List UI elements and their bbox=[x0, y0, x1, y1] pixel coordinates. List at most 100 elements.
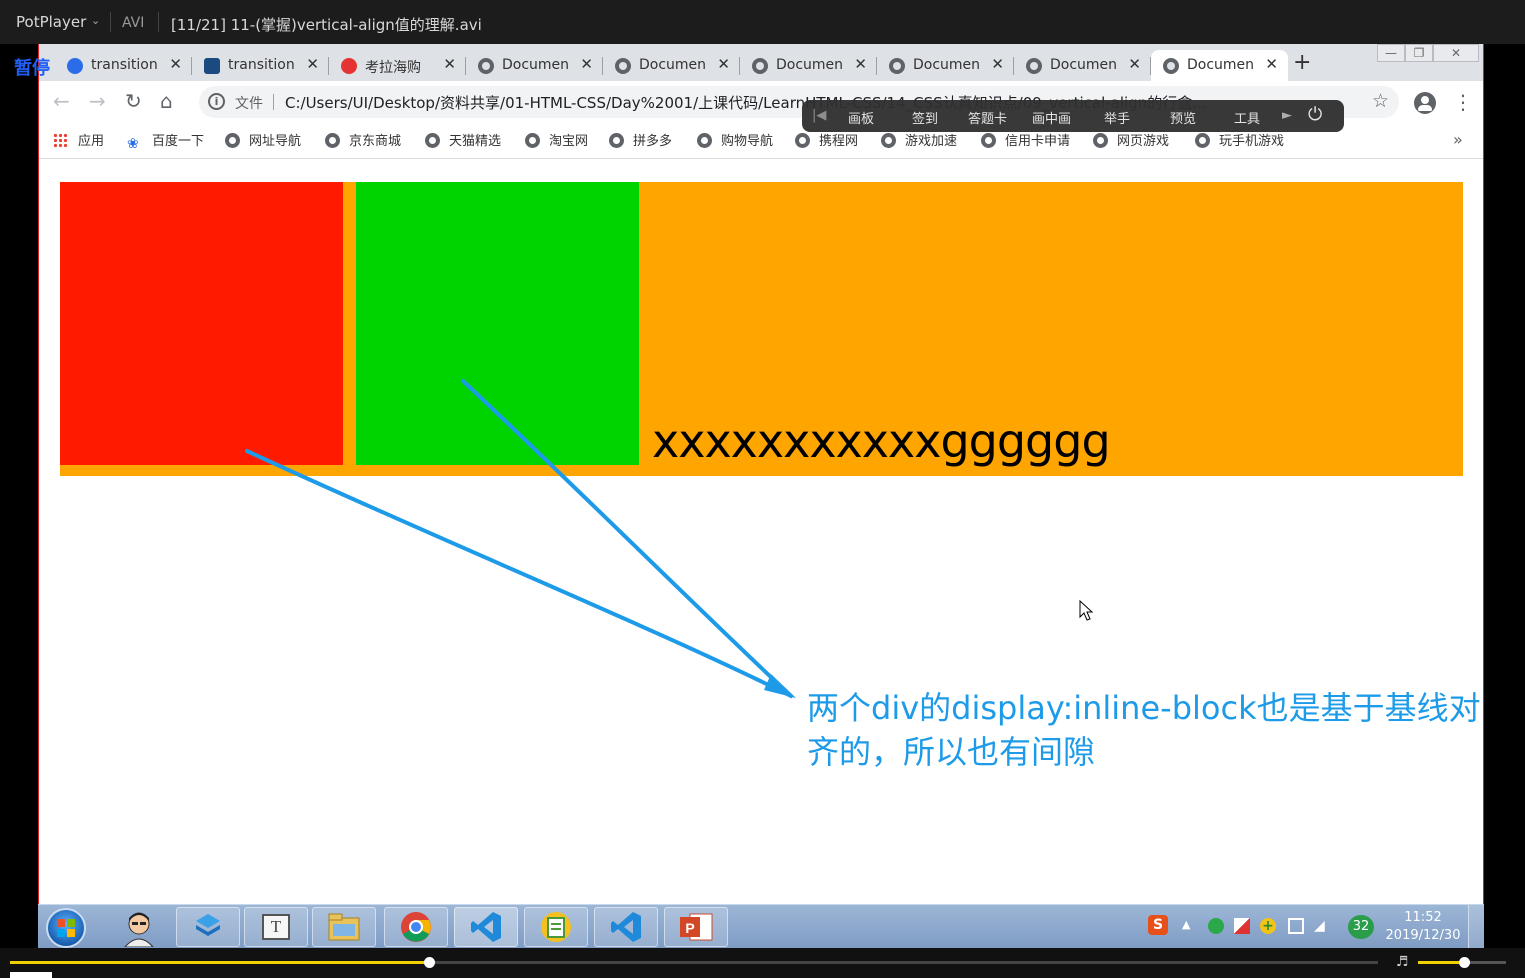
bookmark-item[interactable]: 天猫精选 bbox=[425, 130, 501, 149]
bookmark-label: 京东商城 bbox=[349, 134, 402, 149]
minimize-button[interactable]: — bbox=[1377, 44, 1405, 62]
player-menu-button[interactable]: PotPlayer bbox=[16, 13, 86, 31]
browser-tab[interactable]: Documen ✕ bbox=[740, 50, 877, 81]
overlay-toolbar-item[interactable]: 预览 bbox=[1170, 108, 1196, 127]
tab-label: Documen bbox=[913, 57, 981, 73]
powerpoint-icon[interactable]: P bbox=[664, 907, 728, 947]
volume-tray-icon[interactable]: ◢ bbox=[1314, 918, 1330, 934]
browser-tab[interactable]: Documen ✕ bbox=[1014, 50, 1151, 81]
bookmark-item[interactable]: 网址导航 bbox=[225, 130, 301, 149]
typora-icon[interactable]: T bbox=[244, 907, 308, 947]
close-icon[interactable]: ✕ bbox=[580, 55, 593, 73]
player-corner-indicator bbox=[10, 972, 52, 978]
close-icon[interactable]: ✕ bbox=[306, 55, 319, 73]
volume-fill bbox=[1418, 961, 1464, 964]
browser-tab[interactable]: Documen ✕ bbox=[603, 50, 740, 81]
overlay-toolbar-item[interactable]: 画中画 bbox=[1032, 108, 1071, 127]
browser-tab[interactable]: 考拉海购 ✕ bbox=[329, 50, 466, 81]
more-menu-icon[interactable]: ⋮ bbox=[1453, 90, 1473, 114]
browser-tab[interactable]: transition ✕ bbox=[55, 50, 192, 81]
globe-icon bbox=[1195, 133, 1210, 148]
close-window-button[interactable]: ✕ bbox=[1433, 44, 1479, 62]
overlay-toolbar-item[interactable]: 举手 bbox=[1104, 108, 1130, 127]
overlay-toolbar-item[interactable]: 工具 bbox=[1234, 108, 1260, 127]
speaker-icon[interactable]: ♬ bbox=[1396, 954, 1409, 970]
home-icon[interactable]: ⌂ bbox=[160, 89, 173, 113]
forward-icon[interactable]: → bbox=[89, 89, 106, 113]
baidu-paw-icon bbox=[67, 58, 83, 74]
browser-tab[interactable]: Documen ✕ bbox=[1151, 50, 1288, 81]
volume-handle[interactable] bbox=[1458, 957, 1470, 968]
volume-slider[interactable] bbox=[1418, 957, 1506, 968]
bookmark-item[interactable]: 携程网 bbox=[795, 130, 858, 149]
start-button[interactable] bbox=[46, 908, 86, 948]
globe-icon bbox=[225, 133, 240, 148]
close-icon[interactable]: ✕ bbox=[1128, 55, 1141, 73]
clock-date: 2019/12/30 bbox=[1385, 928, 1461, 943]
collapse-handle-icon[interactable]: |◀ bbox=[812, 108, 826, 123]
arrow-from-green-box bbox=[461, 379, 793, 698]
bookmark-label: 拼多多 bbox=[633, 134, 673, 149]
network-icon[interactable] bbox=[1288, 918, 1304, 934]
close-icon[interactable]: ✕ bbox=[169, 55, 182, 73]
action-center-flag-icon[interactable] bbox=[1234, 918, 1250, 934]
bookmark-label: 应用 bbox=[78, 134, 105, 149]
show-desktop-button[interactable] bbox=[1468, 905, 1484, 949]
overlay-toolbar-item[interactable]: 答题卡 bbox=[968, 108, 1007, 127]
browser-tab[interactable]: transition ✕ bbox=[192, 50, 329, 81]
bookmark-item[interactable]: 淘宝网 bbox=[525, 130, 588, 149]
user-avatar-app-icon[interactable] bbox=[106, 907, 170, 948]
close-icon[interactable]: ✕ bbox=[443, 55, 456, 73]
annotation-text: 两个div的display:inline-block也是基于基线对齐的，所以也有… bbox=[807, 689, 1481, 771]
pause-indicator: 暂停 bbox=[14, 58, 50, 79]
tab-label: Documen bbox=[1050, 57, 1118, 73]
bookmarks-more-button[interactable]: » bbox=[1453, 130, 1463, 149]
back-icon[interactable]: ← bbox=[53, 89, 70, 113]
vscode-icon[interactable] bbox=[594, 907, 658, 947]
chevron-down-icon[interactable]: ⌄ bbox=[91, 14, 100, 27]
bookmark-item[interactable]: 网页游戏 bbox=[1093, 130, 1169, 149]
baidu-paw-icon: ❀ bbox=[127, 136, 139, 152]
tray-count-badge[interactable]: 32 bbox=[1348, 915, 1374, 939]
annotation-arrows bbox=[245, 379, 796, 698]
close-icon[interactable]: ✕ bbox=[717, 55, 730, 73]
notes-app-icon[interactable] bbox=[524, 907, 588, 947]
bookmark-label: 游戏加速 bbox=[905, 134, 958, 149]
bookmark-label: 携程网 bbox=[819, 134, 859, 149]
expand-arrow-icon[interactable]: ► bbox=[1282, 108, 1292, 123]
bookmark-item[interactable]: 拼多多 bbox=[609, 130, 672, 149]
close-icon[interactable]: ✕ bbox=[1265, 55, 1278, 73]
new-tab-button[interactable]: + bbox=[1293, 50, 1311, 75]
sogou-input-icon[interactable]: S bbox=[1148, 915, 1168, 935]
bookmark-item[interactable]: 游戏加速 bbox=[881, 130, 957, 149]
power-icon[interactable]: ⏻ bbox=[1308, 104, 1322, 125]
profile-avatar-icon[interactable] bbox=[1414, 92, 1436, 114]
browser-tab[interactable]: Documen ✕ bbox=[877, 50, 1014, 81]
close-icon[interactable]: ✕ bbox=[991, 55, 1004, 73]
info-icon[interactable]: i bbox=[208, 93, 225, 110]
overlay-toolbar-item[interactable]: 签到 bbox=[912, 108, 938, 127]
globe-icon bbox=[325, 133, 340, 148]
seek-bar[interactable] bbox=[10, 957, 1378, 968]
green-tray-icon[interactable] bbox=[1208, 918, 1224, 934]
bookmark-item[interactable]: 信用卡申请 bbox=[981, 130, 1070, 149]
bookmark-item[interactable]: 京东商城 bbox=[325, 130, 401, 149]
reload-icon[interactable]: ↻ bbox=[125, 89, 142, 113]
system-clock[interactable]: 11:52 2019/12/30 bbox=[1378, 909, 1468, 945]
tray-expand-icon[interactable]: ▲ bbox=[1182, 918, 1198, 934]
restore-button[interactable]: ❐ bbox=[1405, 44, 1433, 62]
bookmark-item[interactable]: 玩手机游戏 bbox=[1195, 130, 1284, 149]
overlay-toolbar-item[interactable]: 画板 bbox=[848, 108, 874, 127]
browser-tab[interactable]: Documen ✕ bbox=[466, 50, 603, 81]
bookmark-item[interactable]: 购物导航 bbox=[697, 130, 773, 149]
bookmark-item[interactable]: ❀ 百度一下 bbox=[127, 130, 204, 152]
bookmark-star-icon[interactable]: ☆ bbox=[1372, 90, 1389, 112]
app-cube-icon[interactable] bbox=[176, 907, 240, 947]
chrome-icon[interactable] bbox=[384, 907, 448, 947]
vscode-icon[interactable] bbox=[454, 907, 518, 947]
seek-handle[interactable] bbox=[423, 957, 435, 968]
security-plus-icon[interactable]: + bbox=[1260, 918, 1276, 934]
file-explorer-icon[interactable] bbox=[312, 907, 376, 947]
bookmark-item[interactable]: 应用 bbox=[53, 130, 104, 149]
close-icon[interactable]: ✕ bbox=[854, 55, 867, 73]
